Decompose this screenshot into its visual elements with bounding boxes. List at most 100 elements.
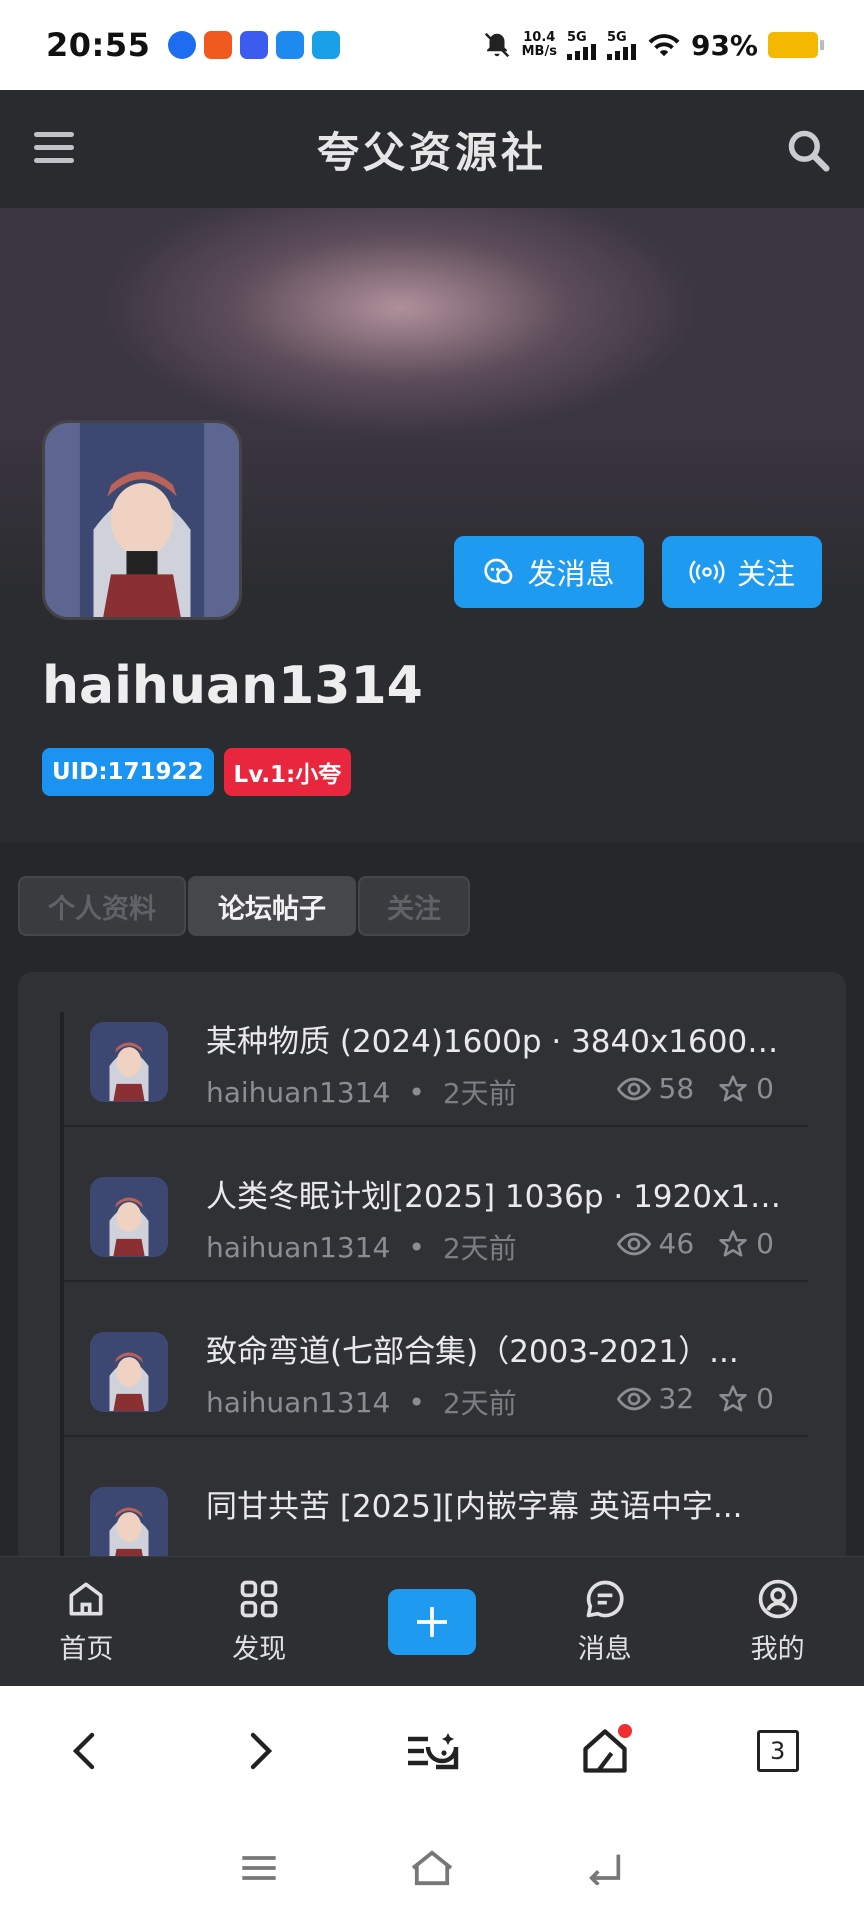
post-title[interactable]: 人类冬眠计划[2025] 1036p · 1920x1036 ... <box>206 1171 786 1216</box>
tab-count-badge: 3 <box>756 1730 799 1772</box>
eye-icon <box>616 1077 651 1100</box>
post-author[interactable]: haihuan1314 <box>206 1076 390 1109</box>
status-right: 10.4 MB/s 5G 5G 93% <box>482 28 824 62</box>
notification-icons <box>168 31 341 59</box>
tab-forum-posts[interactable]: 论坛帖子 <box>188 876 356 936</box>
mute-bell-icon <box>484 32 509 58</box>
send-message-button[interactable]: 发消息 <box>454 536 644 608</box>
eye-icon <box>616 1232 651 1255</box>
post-time: 2天前 <box>442 1077 517 1110</box>
nav-mine-label: 我的 <box>750 1634 805 1665</box>
user-badges: UID:171922 Lv.1:小夸 <box>42 748 352 796</box>
plus-icon <box>416 1606 447 1637</box>
nav-mine[interactable]: 我的 <box>691 1557 864 1686</box>
dot-separator: • <box>408 1075 425 1109</box>
avatar-image <box>45 423 239 617</box>
home-icon <box>69 1582 103 1616</box>
user-circle-icon <box>758 1579 797 1619</box>
browser-toolbar: 3 <box>0 1686 864 1816</box>
post-author[interactable]: haihuan1314 <box>206 1231 390 1264</box>
chevron-left-icon <box>73 1732 95 1770</box>
status-bar: 20:55 10.4 MB/s 5G 5G 93% <box>0 0 864 90</box>
post-time: 2天前 <box>442 1387 517 1420</box>
broadcast-icon <box>689 560 725 584</box>
message-icon <box>586 1580 624 1618</box>
favorites-count: 0 <box>756 1227 774 1260</box>
star-icon <box>719 1384 747 1411</box>
speed-value: 10.4 <box>523 30 556 45</box>
favorites-count: 0 <box>756 1072 774 1105</box>
views-stat: 58 <box>616 1072 695 1105</box>
browser-menu-button[interactable] <box>387 1706 477 1796</box>
battery-percent: 93% <box>690 28 758 62</box>
send-message-label: 发消息 <box>527 557 615 591</box>
signal-1: 5G <box>566 29 597 60</box>
app-notification-icon <box>168 31 197 59</box>
app-notification-icon <box>276 31 305 59</box>
level-badge: Lv.1:小夸 <box>223 748 352 796</box>
post-meta: haihuan1314 • 2天前 <box>206 1072 517 1112</box>
tab-count: 3 <box>769 1737 786 1765</box>
bottom-nav: 首页 发现 消息 我的 <box>0 1556 864 1686</box>
avatar[interactable] <box>42 420 242 620</box>
follow-label: 关注 <box>736 557 795 591</box>
views-count: 32 <box>658 1382 695 1415</box>
post-author[interactable]: haihuan1314 <box>206 1386 390 1419</box>
follow-button[interactable]: 关注 <box>662 536 822 608</box>
system-nav-bar <box>0 1816 864 1920</box>
wifi-icon <box>648 34 680 57</box>
recents-icon[interactable] <box>239 1851 279 1885</box>
site-title[interactable]: 夸父资源社 <box>317 119 547 180</box>
favorites-count: 0 <box>756 1382 774 1415</box>
post-time: 2天前 <box>442 1232 517 1265</box>
create-post-button[interactable] <box>387 1588 476 1655</box>
post-avatar <box>90 1332 168 1412</box>
post-item[interactable]: 致命弯道(七部合集)（2003-2021）... haihuan1314 • 2… <box>64 1282 808 1437</box>
top-navbar: 夸父资源社 <box>0 90 864 208</box>
system-back-icon[interactable] <box>585 1851 625 1885</box>
nav-home[interactable]: 首页 <box>0 1557 173 1686</box>
views-count: 58 <box>658 1072 695 1105</box>
post-stats: 46 0 <box>616 1227 774 1260</box>
tab-profile[interactable]: 个人资料 <box>18 876 186 936</box>
post-avatar <box>90 1022 168 1102</box>
search-icon[interactable] <box>786 128 830 172</box>
signal-bars-icon <box>606 43 636 60</box>
post-title[interactable]: 同甘共苦 [2025][内嵌字幕 英语中字... <box>206 1481 786 1526</box>
post-stats: 58 0 <box>616 1072 774 1105</box>
menu-face-icon <box>407 1733 459 1770</box>
chevron-right-icon <box>250 1732 273 1770</box>
favorites-stat: 0 <box>718 1072 774 1105</box>
status-time: 20:55 <box>46 26 151 64</box>
nav-messages[interactable]: 消息 <box>518 1557 691 1686</box>
menu-icon[interactable] <box>34 132 74 164</box>
tab-following[interactable]: 关注 <box>358 876 470 936</box>
post-title[interactable]: 某种物质 (2024)1600p · 3840x1600 ... <box>206 1016 786 1061</box>
back-button[interactable] <box>41 1706 131 1796</box>
grid-icon <box>240 1580 278 1618</box>
dot-separator: • <box>408 1385 425 1419</box>
post-item[interactable]: 某种物质 (2024)1600p · 3840x1600 ... haihuan… <box>64 972 808 1127</box>
nav-discover[interactable]: 发现 <box>173 1557 346 1686</box>
app-notification-icon <box>204 31 233 59</box>
forward-button[interactable] <box>214 1706 304 1796</box>
star-icon <box>719 1074 747 1101</box>
post-meta: haihuan1314 • 2天前 <box>206 1382 517 1422</box>
post-stats: 32 0 <box>616 1382 774 1415</box>
post-avatar <box>90 1487 168 1567</box>
nav-create[interactable] <box>346 1557 519 1686</box>
post-meta: haihuan1314 • 2天前 <box>206 1227 517 1267</box>
post-item[interactable]: 人类冬眠计划[2025] 1036p · 1920x1036 ... haihu… <box>64 1127 808 1282</box>
username: haihuan1314 <box>42 656 423 716</box>
uid-badge: UID:171922 <box>42 748 214 796</box>
posts-list: 某种物质 (2024)1600p · 3840x1600 ... haihuan… <box>18 972 846 1612</box>
signal-label: 5G <box>606 29 627 45</box>
system-home-icon[interactable] <box>409 1849 455 1887</box>
tabs-button[interactable]: 3 <box>733 1706 823 1796</box>
views-count: 46 <box>658 1227 695 1260</box>
browser-home-button[interactable] <box>560 1706 650 1796</box>
signal-label: 5G <box>566 29 587 45</box>
post-title[interactable]: 致命弯道(七部合集)（2003-2021）... <box>206 1326 786 1371</box>
profile-tabs: 个人资料 论坛帖子 关注 <box>18 876 470 936</box>
favorites-stat: 0 <box>718 1227 774 1260</box>
